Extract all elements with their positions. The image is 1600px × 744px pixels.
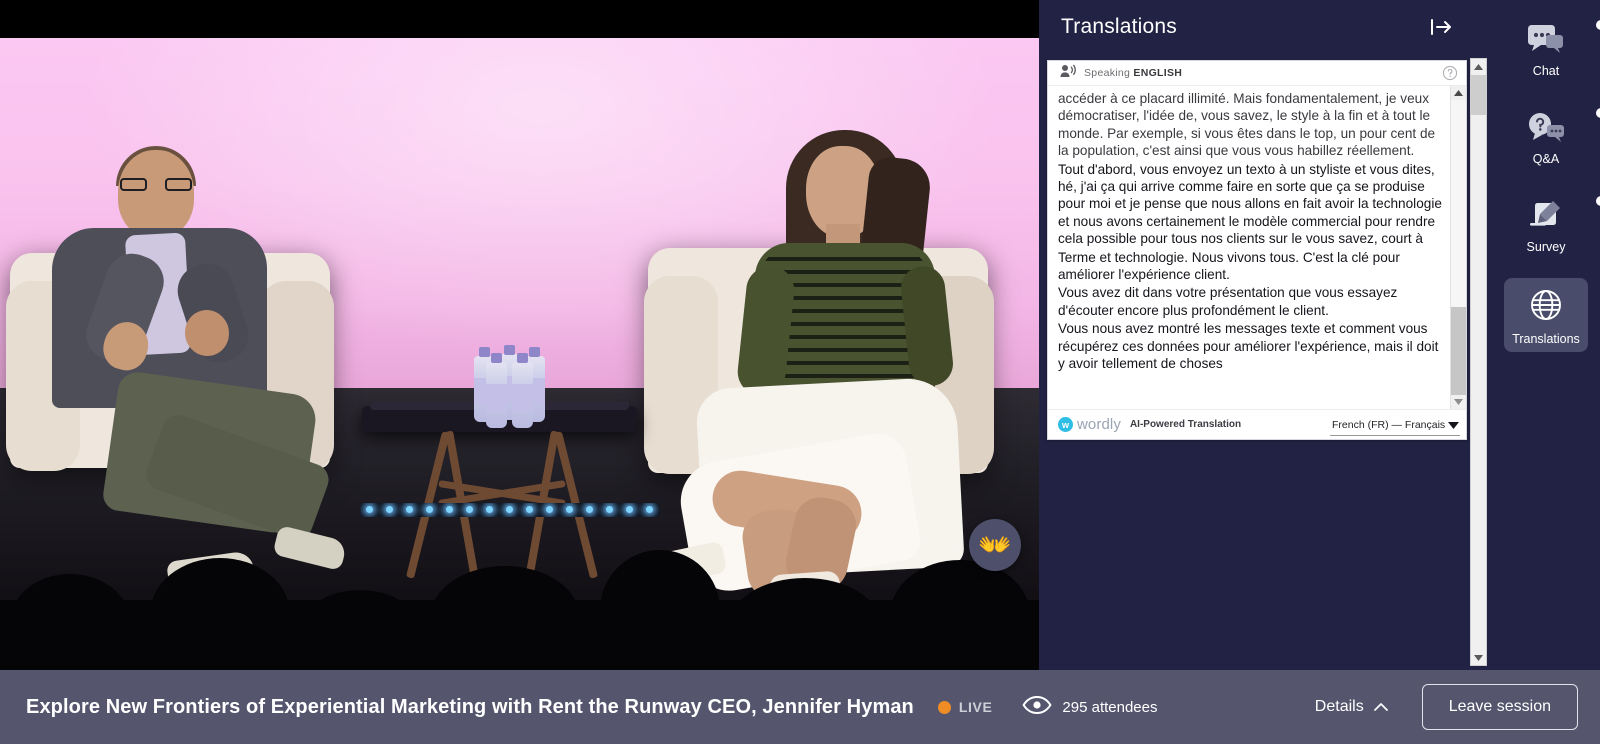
- panel-scrollbar-thumb[interactable]: [1471, 75, 1486, 115]
- session-tools-rail: Chat Q&A Survey Translations: [1492, 0, 1600, 670]
- question-bubble-icon: [1527, 112, 1565, 147]
- video-letterbox-top: [0, 0, 1039, 38]
- reaction-clap-button[interactable]: 👐: [969, 519, 1021, 571]
- clapping-hands-icon: 👐: [978, 529, 1012, 560]
- live-label: LIVE: [958, 699, 993, 715]
- transcript-scroll-region[interactable]: accéder à ce placard illimité. Mais fond…: [1048, 86, 1466, 409]
- session-title: Explore New Frontiers of Experiential Ma…: [26, 695, 914, 718]
- scroll-up-arrow-icon[interactable]: [1451, 86, 1466, 100]
- panel-title: Translations: [1061, 14, 1178, 38]
- panel-scrollbar[interactable]: [1470, 58, 1487, 666]
- transcript-card-footer: w wordly AI-Powered Translation French (…: [1048, 409, 1466, 439]
- rail-label-translations: Translations: [1512, 332, 1580, 346]
- language-select-value: French (FR) — Français (F: [1332, 418, 1448, 431]
- eye-icon: [1022, 695, 1052, 720]
- speaker-person-icon: [1060, 64, 1077, 83]
- transcript-card: Speaking ENGLISH accéder à ce placard il…: [1047, 60, 1467, 440]
- language-select[interactable]: French (FR) — Français (F: [1330, 414, 1460, 436]
- attendees-counter: 295 attendees: [1022, 695, 1158, 720]
- transcript-text: accéder à ce placard illimité. Mais fond…: [1048, 86, 1450, 409]
- wordly-tagline: AI-Powered Translation: [1129, 419, 1242, 430]
- details-button[interactable]: Details: [1315, 698, 1388, 716]
- caret-down-icon: [1448, 416, 1459, 434]
- rail-label-survey: Survey: [1526, 240, 1566, 254]
- transcript-paragraph: accéder à ce placard illimité. Mais fond…: [1058, 91, 1436, 159]
- transcript-paragraph: Terme et technologie. Nous vivons tous. …: [1058, 249, 1400, 283]
- wordly-logo-icon: w: [1058, 417, 1073, 432]
- speaking-language-label: Speaking ENGLISH: [1084, 67, 1183, 79]
- video-stage[interactable]: 👐: [0, 0, 1039, 670]
- live-status-badge: LIVE: [937, 699, 993, 715]
- rail-label-qa: Q&A: [1532, 152, 1560, 166]
- panel-scroll-down-arrow-icon[interactable]: [1471, 650, 1486, 665]
- transcript-paragraph: Tout d'abord, vous envoyez un texto à un…: [1058, 161, 1442, 247]
- transcript-paragraph: Vous avez dit dans votre présentation qu…: [1058, 285, 1398, 318]
- chat-unread-badge: [1596, 20, 1600, 30]
- globe-icon: [1529, 288, 1563, 327]
- rail-item-qa[interactable]: Q&A: [1504, 102, 1600, 172]
- video-frame: [0, 38, 1039, 670]
- translations-panel: Translations Speaking ENGLISH accéder à …: [1039, 0, 1492, 670]
- translations-panel-header: Translations: [1039, 0, 1492, 53]
- scroll-down-arrow-icon[interactable]: [1451, 395, 1466, 409]
- chat-bubbles-icon: [1527, 24, 1565, 59]
- rail-label-chat: Chat: [1532, 64, 1560, 78]
- session-bottom-bar: Explore New Frontiers of Experiential Ma…: [0, 670, 1600, 744]
- survey-clipboard-pen-icon: [1528, 200, 1564, 235]
- rail-item-survey[interactable]: Survey: [1504, 190, 1600, 260]
- wordly-name: wordly: [1077, 416, 1121, 433]
- wordly-branding: w wordly AI-Powered Translation: [1058, 416, 1241, 433]
- leave-session-button[interactable]: Leave session: [1421, 684, 1578, 730]
- collapse-panel-right-icon[interactable]: [1428, 14, 1456, 40]
- session-viewer: 👐 Translations Speaking ENGLISH accéder …: [0, 0, 1600, 744]
- survey-unread-badge: [1596, 196, 1600, 206]
- transcript-scrollbar[interactable]: [1450, 86, 1466, 409]
- attendees-text: 295 attendees: [1062, 698, 1158, 716]
- transcript-card-header: Speaking ENGLISH: [1048, 61, 1466, 86]
- stage-led-strip: [360, 503, 660, 517]
- rail-item-translations[interactable]: Translations: [1504, 278, 1588, 352]
- rail-item-chat[interactable]: Chat: [1504, 14, 1600, 84]
- transcript-scrollbar-thumb[interactable]: [1451, 307, 1466, 395]
- qa-unread-badge: [1596, 108, 1600, 118]
- male-head: [118, 150, 194, 238]
- help-circle-icon[interactable]: [1442, 65, 1458, 81]
- panel-scroll-up-arrow-icon[interactable]: [1471, 59, 1486, 74]
- transcript-paragraph: Vous nous avez montré les messages texte…: [1058, 321, 1439, 372]
- details-label: Details: [1314, 698, 1364, 715]
- live-indicator-dot: [937, 700, 951, 714]
- caret-up-icon: [1373, 698, 1388, 716]
- male-glasses: [120, 178, 192, 191]
